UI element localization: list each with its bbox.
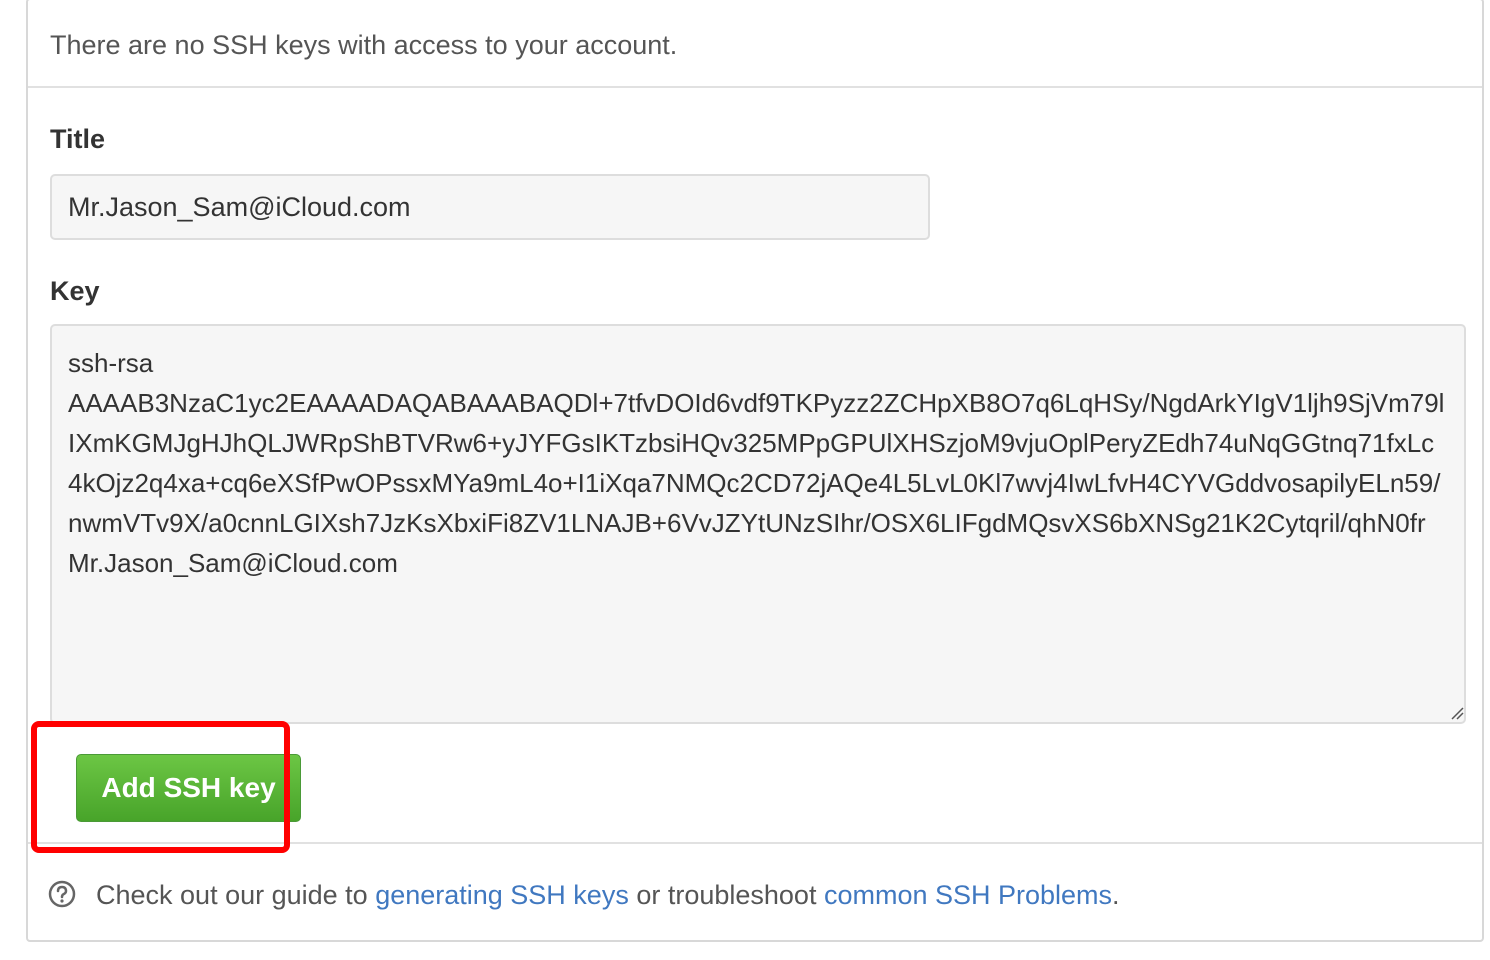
question-circle-icon (48, 880, 76, 908)
resize-grip-icon[interactable] (1450, 706, 1464, 720)
highlight-annotation (31, 721, 290, 853)
help-text-middle: or troubleshoot (628, 880, 824, 910)
no-keys-message: There are no SSH keys with access to you… (50, 30, 678, 60)
title-input[interactable] (50, 174, 930, 240)
help-footer: Check out our guide to generating SSH ke… (28, 842, 1482, 942)
title-label: Title (50, 124, 106, 154)
generating-ssh-keys-link[interactable]: generating SSH keys (375, 880, 629, 910)
no-keys-notice: There are no SSH keys with access to you… (28, 0, 1482, 88)
key-textarea[interactable]: ssh-rsa AAAAB3NzaC1yc2EAAAADAQABAAABAQDl… (50, 324, 1466, 724)
help-text-prefix: Check out our guide to (96, 880, 376, 910)
help-text: Check out our guide to generating SSH ke… (96, 880, 1120, 911)
key-label: Key (50, 276, 100, 306)
common-ssh-problems-link[interactable]: common SSH Problems (824, 880, 1112, 910)
help-text-suffix: . (1112, 880, 1120, 910)
